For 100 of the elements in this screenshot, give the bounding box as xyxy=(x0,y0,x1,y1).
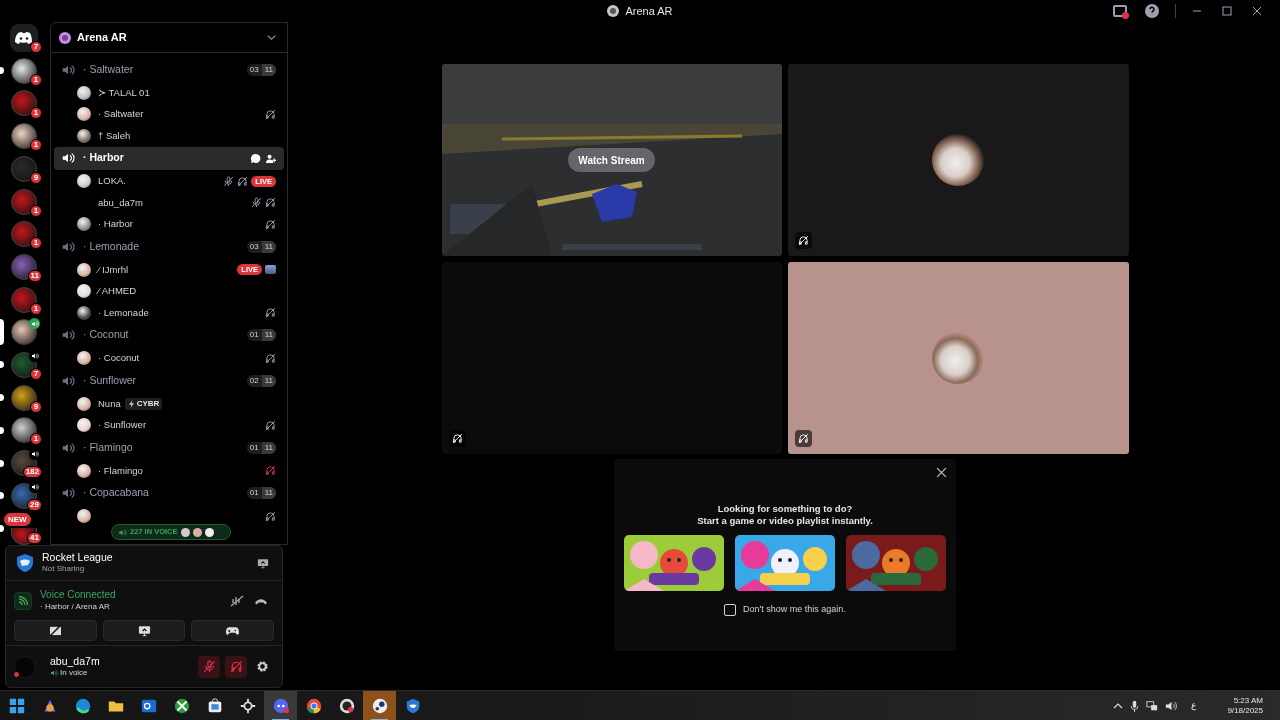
user-count-pill: 03 11 xyxy=(246,240,276,253)
speaker-icon xyxy=(61,62,75,77)
speaker-icon xyxy=(50,668,58,677)
server-icon[interactable] xyxy=(11,319,37,346)
channel-name: · Saltwater xyxy=(83,61,134,77)
deafened-icon xyxy=(265,419,276,431)
watch-stream-button[interactable]: Watch Stream xyxy=(568,148,655,172)
server-icon xyxy=(607,5,620,18)
voice-location[interactable]: · Harbor / Arena AR xyxy=(40,601,116,613)
voice-channel[interactable]: · Sunflower 02 11 xyxy=(54,369,284,392)
voice-channel[interactable]: · Copacabana 01 11 xyxy=(54,481,284,505)
muted-mic-icon xyxy=(251,197,262,209)
voice-channel[interactable]: · Coconut 01 11 xyxy=(54,323,284,347)
server-icon[interactable] xyxy=(11,253,37,280)
server-icon[interactable] xyxy=(11,57,37,84)
invite-icon xyxy=(265,152,276,164)
discord-icon xyxy=(271,696,290,715)
chevron-down-icon xyxy=(267,33,276,42)
server-icon xyxy=(59,31,71,44)
close-icon xyxy=(935,466,947,478)
deafened-icon xyxy=(265,352,276,364)
inbox-icon[interactable] xyxy=(1113,5,1127,17)
deafened-icon xyxy=(265,307,276,319)
member-name[interactable]: Nuna xyxy=(98,396,121,411)
speaker-icon xyxy=(118,527,127,537)
member-name[interactable]: · Saltwater xyxy=(98,107,144,122)
member-name[interactable]: · Flamingo xyxy=(98,463,143,478)
member-name[interactable]: ⁄ IJmrhl xyxy=(98,262,129,277)
member-name[interactable]: † Saleh xyxy=(98,128,131,143)
home-button[interactable] xyxy=(10,24,38,53)
steelseries-icon xyxy=(238,696,257,715)
deafen-button[interactable] xyxy=(225,655,247,678)
user-count-pill: 01 11 xyxy=(246,329,276,341)
server-icon[interactable] xyxy=(11,417,37,444)
microphone-icon xyxy=(1130,699,1139,712)
prompt-heading: Looking for something to do? xyxy=(717,503,853,515)
voice-channel[interactable]: · Saltwater 03 11 xyxy=(54,58,284,81)
language-indicator[interactable]: ع xyxy=(1191,698,1196,713)
server-name: Arena AR xyxy=(77,30,127,46)
deafened-icon xyxy=(265,108,276,120)
discord-logo-icon xyxy=(15,31,33,46)
member-name[interactable]: ⁄ AHMED xyxy=(98,284,136,299)
member-name[interactable]: ≻ TALAL 01 xyxy=(98,85,150,100)
voice-channel[interactable]: · Harbor xyxy=(54,146,284,170)
member-name[interactable]: abu_da7m xyxy=(98,195,143,210)
taskbar-app[interactable] xyxy=(363,690,396,720)
checkbox[interactable] xyxy=(724,603,737,616)
prompt-subheading: Start a game or video playlist instantly. xyxy=(697,515,873,527)
server-header[interactable]: Arena AR xyxy=(51,23,287,53)
video-tile[interactable] xyxy=(787,262,1129,454)
close-icon xyxy=(1252,6,1262,16)
stream-thumbnail xyxy=(265,265,276,275)
username: abu_da7m xyxy=(50,654,100,667)
user-avatar xyxy=(932,332,984,384)
member-name[interactable]: LOKA. xyxy=(98,174,126,189)
activity-title: Rocket League xyxy=(42,551,113,563)
deafened-icon xyxy=(265,510,276,522)
window-title: Arena AR xyxy=(625,4,673,19)
voice-action-button[interactable] xyxy=(14,620,97,641)
user-count-pill: 03 11 xyxy=(246,63,276,76)
speaker-icon xyxy=(61,151,75,165)
unread-badge: 7 xyxy=(30,368,42,381)
xbox-icon xyxy=(172,696,191,715)
channel-name: · Copacabana xyxy=(83,485,149,501)
lightning-icon xyxy=(127,399,135,408)
clock-date: 9/18/2025 xyxy=(1227,705,1263,716)
channel-name: · Flamingo xyxy=(83,439,133,455)
speaker-icon xyxy=(61,373,75,388)
share-screen-icon xyxy=(137,624,151,637)
noise-suppression-icon xyxy=(230,595,244,607)
voice-action-button[interactable] xyxy=(102,620,186,641)
video-tile[interactable] xyxy=(441,262,782,454)
user-status: In voice xyxy=(60,667,88,679)
close-button[interactable] xyxy=(934,465,948,479)
hang-up-icon xyxy=(254,597,268,605)
muted-mic-icon xyxy=(223,175,235,187)
member-name[interactable]: · Coconut xyxy=(98,351,140,366)
deafened-icon xyxy=(265,197,276,209)
voice-channel[interactable]: · Lemonade 03 11 xyxy=(54,235,284,258)
signal-bars-icon xyxy=(18,596,28,606)
game-logo-icon xyxy=(15,553,35,573)
checkbox-label: Don't show me this again. xyxy=(743,603,846,616)
chat-icon xyxy=(250,152,261,164)
voice-status: Voice Connected xyxy=(40,589,116,601)
voice-action-button[interactable] xyxy=(191,620,274,641)
user-avatar[interactable] xyxy=(14,655,36,678)
voice-channel[interactable]: · Flamingo 01 11 xyxy=(54,436,284,459)
member-name[interactable]: · Harbor xyxy=(98,217,133,232)
camera-off-icon xyxy=(48,625,62,636)
user-count-pill: 02 11 xyxy=(246,374,276,387)
taskbar-app[interactable] xyxy=(264,690,297,720)
speaker-icon xyxy=(61,440,75,455)
mute-button[interactable] xyxy=(198,655,220,678)
member-name[interactable]: · Lemonade xyxy=(98,305,149,320)
edge-icon xyxy=(73,696,92,715)
server-icon[interactable] xyxy=(11,123,37,150)
server-icon[interactable] xyxy=(11,384,37,411)
video-tile[interactable] xyxy=(787,64,1129,256)
member-name[interactable]: · Sunflower xyxy=(98,418,147,433)
stream-tile[interactable]: Watch Stream xyxy=(441,64,782,256)
